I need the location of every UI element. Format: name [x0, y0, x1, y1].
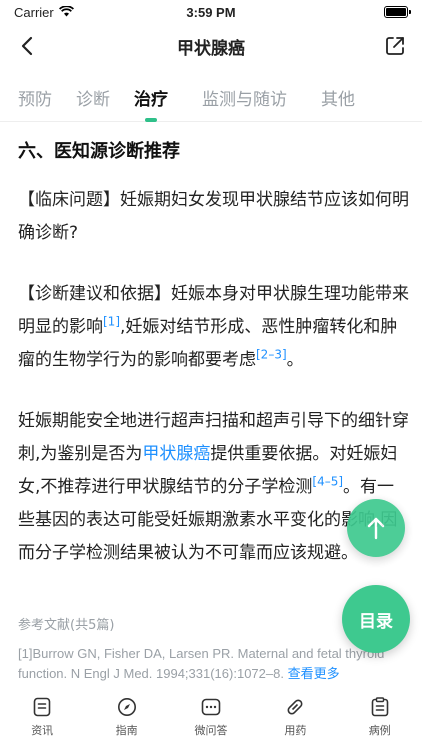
status-bar: Carrier 3:59 PM	[0, 0, 422, 24]
carrier-label: Carrier	[14, 4, 54, 20]
back-button[interactable]	[14, 33, 40, 59]
tab-label: 预防	[18, 90, 52, 110]
tab-other[interactable]: 其他	[309, 74, 367, 122]
tab-monitoring[interactable]: 监测与随访	[190, 74, 299, 122]
scroll-to-top-button[interactable]	[347, 499, 405, 557]
view-more-link[interactable]: 查看更多	[288, 666, 340, 681]
bottom-nav-label: 资讯	[31, 724, 54, 737]
tab-label: 诊断	[76, 90, 110, 110]
tab-prevention[interactable]: 预防	[6, 74, 64, 122]
bottom-nav-medication[interactable]: 用药	[263, 696, 327, 750]
citation-link[interactable]: [4–5]	[312, 474, 343, 488]
arrow-up-icon	[367, 517, 385, 540]
chat-icon	[200, 696, 222, 718]
clipboard-icon	[369, 696, 391, 718]
diagnosis-advice: 【诊断建议和依据】妊娠本身对甲状腺生理功能带来明显的影响[1],妊娠对结节形成、…	[18, 278, 410, 377]
active-tab-indicator	[145, 117, 157, 122]
status-time: 3:59 PM	[186, 4, 236, 20]
thyroid-cancer-link[interactable]: 甲状腺癌	[142, 444, 210, 464]
body-paragraph: 妊娠期能安全地进行超声扫描和超声引导下的细针穿刺,为鉴别是否为甲状腺癌提供重要依…	[18, 405, 410, 570]
tab-treatment[interactable]: 治疗	[122, 74, 180, 122]
clinical-question: 【临床问题】妊娠期妇女发现甲状腺结节应该如何明确诊断?	[18, 190, 409, 243]
battery-icon	[384, 6, 411, 18]
reference-item: [1]Burrow GN, Fisher DA, Larsen PR. Mate…	[18, 644, 410, 684]
table-of-contents-button[interactable]: 目录	[342, 585, 410, 653]
advice-text: 。	[286, 350, 304, 370]
navigation-bar: 甲状腺癌	[0, 24, 422, 68]
section-title: 六、医知源诊断推荐	[18, 141, 180, 162]
chevron-left-icon	[21, 36, 33, 56]
bottom-nav-cases[interactable]: 病例	[348, 696, 412, 750]
article-content: 六、医知源诊断推荐 【临床问题】妊娠期妇女发现甲状腺结节应该如何明确诊断? 【诊…	[18, 132, 410, 570]
page-title: 甲状腺癌	[177, 38, 245, 59]
citation-link[interactable]: [2–3]	[256, 347, 287, 361]
wifi-icon	[58, 4, 74, 20]
share-button[interactable]	[382, 33, 408, 59]
bottom-navigation: 资讯 指南 微问答 用药 病例	[0, 690, 422, 750]
compass-icon	[116, 696, 138, 718]
bottom-nav-guide[interactable]: 指南	[95, 696, 159, 750]
bottom-nav-label: 指南	[115, 724, 138, 737]
tab-label: 监测与随访	[202, 90, 287, 110]
tab-diagnosis[interactable]: 诊断	[64, 74, 122, 122]
bottom-nav-qa[interactable]: 微问答	[179, 696, 243, 750]
category-tabs: 预防 诊断 治疗 监测与随访 其他	[0, 74, 422, 122]
bottom-nav-label: 微问答	[194, 724, 228, 737]
bottom-nav-label: 病例	[368, 724, 391, 737]
citation-link[interactable]: [1]	[103, 314, 120, 328]
bottom-nav-label: 用药	[284, 724, 307, 737]
news-icon	[31, 696, 53, 718]
tab-label: 其他	[321, 90, 355, 110]
pill-icon	[284, 696, 306, 718]
share-icon	[386, 37, 404, 55]
bottom-nav-news[interactable]: 资讯	[10, 696, 74, 750]
references-title: 参考文献(共5篇)	[18, 618, 115, 633]
tab-label: 治疗	[134, 90, 168, 110]
